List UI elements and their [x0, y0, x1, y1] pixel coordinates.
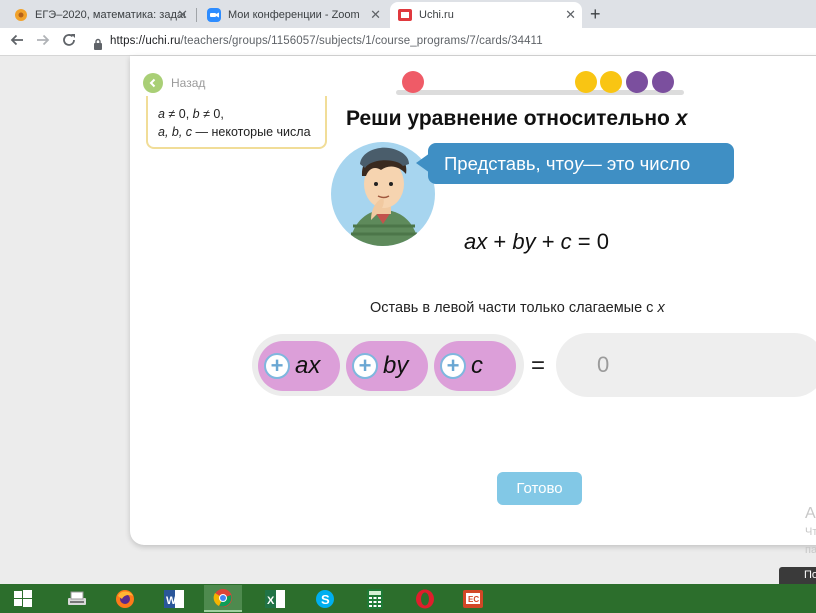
chrome-icon[interactable] [204, 585, 242, 612]
svg-text:S: S [321, 592, 330, 607]
address-bar[interactable]: https://uchi.ru/teachers/groups/1156057/… [110, 35, 543, 47]
tab-uchi[interactable]: Uchi.ru ✕ [390, 2, 582, 28]
page-title: Реши уравнение относительно x [346, 107, 688, 130]
svg-text:EC: EC [468, 595, 479, 604]
answer-drop-zone[interactable] [556, 333, 816, 397]
hint-line-2: a, b, c — некоторые числа [158, 125, 311, 139]
url-host: https://uchi.ru [110, 35, 181, 47]
opera-icon[interactable] [406, 585, 444, 612]
scanner-icon[interactable] [58, 585, 96, 612]
svg-text:X: X [267, 595, 275, 607]
hint-bubble: Представь, что y — это число [428, 143, 734, 184]
url-path: /teachers/groups/1156057/subjects/1/cour… [180, 35, 543, 47]
taskbar: W X S EC [0, 584, 816, 613]
svg-text:W: W [166, 595, 177, 607]
browser-toolbar: https://uchi.ru/teachers/groups/1156057/… [0, 28, 816, 56]
tab-close-icon[interactable]: ✕ [370, 8, 381, 21]
tab-strip: ЕГЭ–2020, математика: задания ✕ Мои конф… [0, 0, 816, 28]
excel-icon[interactable]: X [256, 585, 294, 612]
term-label: ax [295, 352, 321, 379]
tab-close-icon[interactable]: ✕ [565, 8, 576, 21]
tab-label: Мои конференции - Zoom [228, 9, 360, 21]
activation-watermark: A Чт па [805, 505, 816, 556]
hint-line-1: a ≠ 0, b ≠ 0, [158, 107, 224, 121]
new-tab-icon[interactable]: + [590, 4, 601, 24]
equals-sign: = [531, 352, 546, 379]
progress-dot [652, 71, 674, 93]
firefox-icon[interactable] [106, 585, 144, 612]
hint-box: a ≠ 0, b ≠ 0, a, b, c — некоторые числа [146, 96, 327, 149]
progress-dot [600, 71, 622, 93]
plus-sign-icon[interactable]: + [264, 353, 290, 379]
skype-icon[interactable]: S [306, 585, 344, 612]
term-ax-chip[interactable]: + ax [258, 341, 340, 391]
calculator-icon[interactable] [356, 585, 394, 612]
back-label: Назад [171, 76, 206, 90]
lock-icon[interactable] [93, 37, 103, 55]
equation: ax + by + c = 0 [464, 229, 609, 254]
tab-label: ЕГЭ–2020, математика: задания [35, 9, 185, 21]
tab-zoom[interactable]: Мои конференции - Zoom ✕ [199, 2, 387, 28]
instruction-text: Оставь в левой части только слагаемые с … [370, 300, 665, 316]
term-by-chip[interactable]: + by [346, 341, 428, 391]
answer-value: 0 [597, 352, 610, 377]
tray-popup-label[interactable]: По [779, 567, 816, 584]
term-label: c [471, 352, 483, 379]
ready-button[interactable]: Готово [497, 472, 582, 505]
word-icon[interactable]: W [155, 585, 193, 612]
uchi-favicon-icon [398, 8, 412, 22]
forward-icon[interactable] [35, 32, 51, 53]
tab-label: Uchi.ru [419, 9, 454, 21]
reload-icon[interactable] [61, 32, 77, 53]
term-c-chip[interactable]: + c [434, 341, 516, 391]
plus-sign-icon[interactable]: + [440, 353, 466, 379]
chevron-left-icon [143, 73, 163, 93]
tab-close-icon[interactable]: ✕ [177, 8, 188, 21]
back-button[interactable]: Назад [143, 73, 205, 93]
tab-ege[interactable]: ЕГЭ–2020, математика: задания ✕ [6, 2, 197, 28]
term-label: by [383, 352, 409, 379]
start-icon[interactable] [4, 585, 42, 612]
progress-dot [575, 71, 597, 93]
plus-sign-icon[interactable]: + [352, 353, 378, 379]
zoom-favicon-icon [207, 8, 221, 22]
progress-dot [626, 71, 648, 93]
back-icon[interactable] [9, 32, 25, 53]
progress-dot [402, 71, 424, 93]
ege-favicon-icon [14, 8, 28, 22]
presentation-icon[interactable]: EC [454, 585, 492, 612]
